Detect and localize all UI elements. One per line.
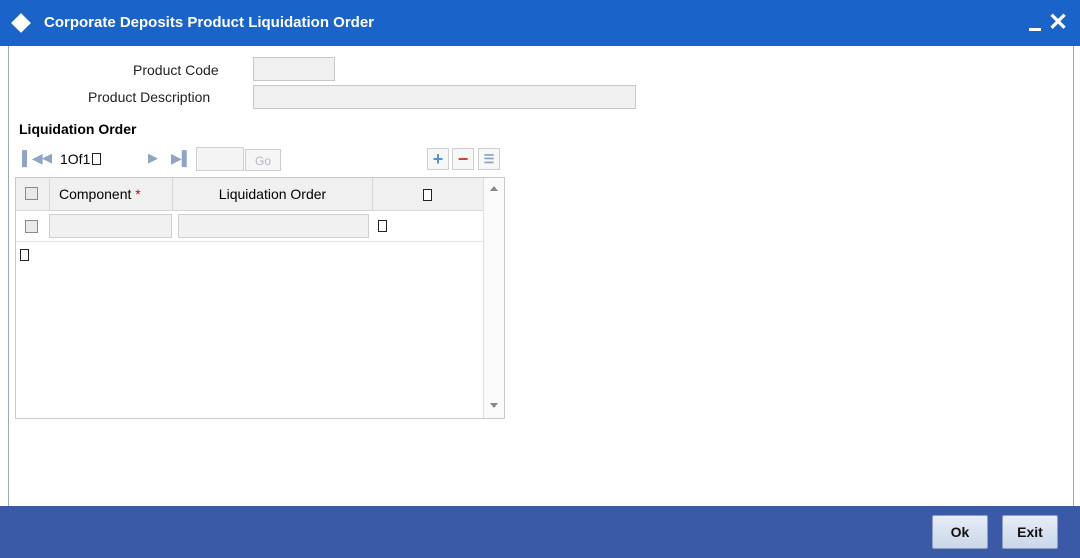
next-page-icon[interactable]: ▶ <box>148 150 158 166</box>
scroll-down-icon[interactable] <box>490 403 498 408</box>
missing-glyph-icon <box>20 249 29 261</box>
column-header-extra <box>373 178 486 210</box>
add-row-icon[interactable]: + <box>427 148 449 170</box>
go-button[interactable]: Go <box>245 149 281 171</box>
liquidation-order-section-title: Liquidation Order <box>19 121 137 137</box>
page-total: 1 <box>82 151 91 167</box>
liquidation-order-input[interactable] <box>178 214 369 238</box>
select-all-checkbox[interactable] <box>25 187 38 200</box>
row-select-checkbox[interactable] <box>25 220 38 233</box>
page-current: 1 <box>60 151 68 167</box>
page-of-text: Of <box>67 151 83 167</box>
page-number-input[interactable] <box>196 147 244 171</box>
column-label-component: Component <box>59 186 132 202</box>
footer-bar <box>0 506 1080 558</box>
missing-glyph-icon <box>423 189 432 201</box>
product-code-label: Product Code <box>133 62 219 78</box>
delete-row-icon[interactable]: − <box>452 148 474 170</box>
window-titlebar: Corporate Deposits Product Liquidation O… <box>0 0 1080 46</box>
first-page-icon[interactable]: ▌◀ <box>22 150 43 167</box>
missing-glyph-icon <box>92 153 102 165</box>
liquidation-order-grid: Component * Liquidation Order <box>15 177 505 419</box>
exit-button[interactable]: Exit <box>1002 515 1058 549</box>
column-header-liquidation-order: Liquidation Order <box>173 178 373 210</box>
table-row <box>16 211 486 242</box>
column-header-component: Component * <box>50 178 173 210</box>
previous-page-icon[interactable]: ◀ <box>42 150 52 166</box>
component-input[interactable] <box>49 214 172 238</box>
product-description-input[interactable] <box>253 85 636 109</box>
product-code-input[interactable] <box>253 57 335 81</box>
grid-vertical-scrollbar[interactable] <box>483 178 504 418</box>
header-select-cell <box>16 178 50 210</box>
page-indicator: 1Of1 <box>60 151 102 167</box>
missing-glyph-icon <box>378 220 387 232</box>
product-description-label: Product Description <box>88 89 211 105</box>
required-marker: * <box>135 186 141 202</box>
app-diamond-icon <box>11 13 31 33</box>
column-label-liquidation-order: Liquidation Order <box>218 186 327 202</box>
single-view-icon[interactable]: ☰ <box>478 148 500 170</box>
scroll-up-icon[interactable] <box>490 186 498 191</box>
last-page-icon[interactable]: ▶▌ <box>171 150 192 167</box>
ok-button[interactable]: Ok <box>932 515 988 549</box>
grid-header: Component * Liquidation Order <box>16 178 486 211</box>
close-icon[interactable]: ✕ <box>1048 8 1068 38</box>
minimize-icon[interactable] <box>1029 28 1041 31</box>
window-title: Corporate Deposits Product Liquidation O… <box>44 14 375 31</box>
